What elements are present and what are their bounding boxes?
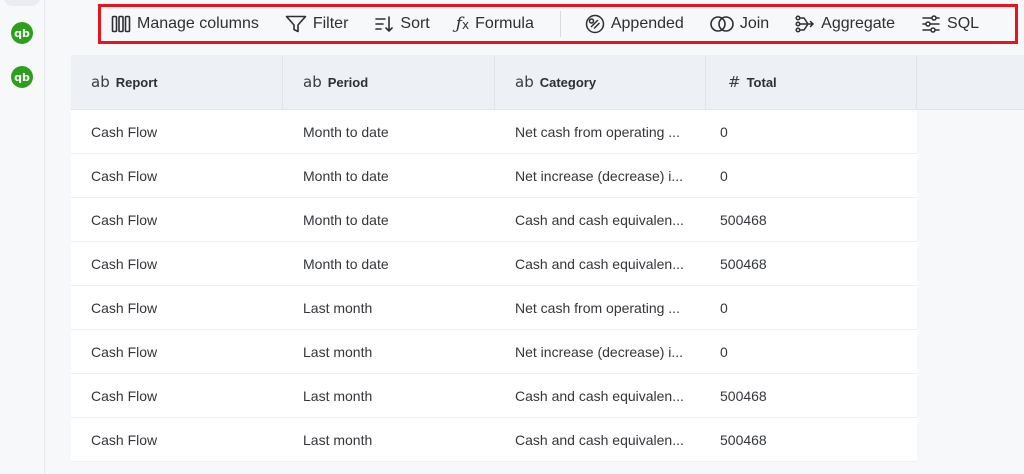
- table-filler: [917, 330, 1024, 374]
- toolbar-divider: [559, 11, 561, 37]
- sort-icon: [375, 16, 394, 33]
- text-type-icon: ab: [303, 73, 322, 91]
- table-row[interactable]: Cash Flow Month to date Cash and cash equi…: [71, 242, 1024, 286]
- text-type-icon: ab: [91, 73, 110, 91]
- sidebar-active-indicator: [4, 0, 40, 6]
- table-cell[interactable]: Last month: [283, 330, 495, 374]
- table-cell[interactable]: Net increase (decrease) i...: [495, 330, 706, 374]
- table-cell[interactable]: 500468: [706, 418, 917, 462]
- column-header-category[interactable]: ab Category: [495, 55, 706, 109]
- column-label: Total: [746, 74, 777, 90]
- columns-icon: [111, 15, 131, 33]
- aggregate-label: Aggregate: [821, 15, 896, 32]
- table-filler: [917, 242, 1024, 286]
- table-cell[interactable]: Cash and cash equivalen...: [495, 418, 706, 462]
- manage-columns-label: Manage columns: [137, 15, 259, 32]
- table-row[interactable]: Cash Flow Month to date Cash and cash equi…: [71, 198, 1024, 242]
- table-cell[interactable]: Last month: [283, 286, 495, 330]
- transform-toolbar: Manage columns Filter Sort ƒx Formula Ap…: [98, 4, 1018, 44]
- table-cell[interactable]: Cash and cash equivalen...: [495, 198, 706, 242]
- table-row[interactable]: Cash Flow Month to date Net cash from oper…: [71, 110, 1024, 154]
- table-cell[interactable]: Cash and cash equivalen...: [495, 374, 706, 418]
- table-row[interactable]: Cash Flow Last month Cash and cash equival…: [71, 374, 1024, 418]
- table-cell[interactable]: Cash Flow: [71, 418, 283, 462]
- function-icon: ƒx: [455, 14, 470, 34]
- filter-icon: [285, 15, 307, 33]
- table-row[interactable]: Cash Flow Last month Net cash from operati…: [71, 286, 1024, 330]
- sort-button[interactable]: Sort: [374, 15, 430, 33]
- table-cell[interactable]: Month to date: [283, 110, 495, 154]
- column-header-period[interactable]: ab Period: [283, 55, 495, 109]
- appended-button[interactable]: Appended: [585, 14, 684, 34]
- filter-button[interactable]: Filter: [285, 15, 349, 33]
- sidebar: qb qb: [0, 0, 45, 474]
- filter-label: Filter: [312, 15, 349, 32]
- table-body: Cash Flow Month to date Net cash from oper…: [71, 110, 1024, 462]
- table-row[interactable]: Cash Flow Month to date Net increase (decr…: [71, 154, 1024, 198]
- table-filler: [917, 198, 1024, 242]
- table-cell[interactable]: Net increase (decrease) i...: [495, 154, 706, 198]
- table-cell[interactable]: 0: [706, 286, 917, 330]
- append-icon: [585, 14, 605, 34]
- table-cell[interactable]: Cash Flow: [71, 242, 283, 286]
- table-cell[interactable]: Cash Flow: [71, 110, 283, 154]
- join-icon: [710, 16, 734, 32]
- table-cell[interactable]: 500468: [706, 242, 917, 286]
- table-filler: [917, 418, 1024, 462]
- aggregate-button[interactable]: Aggregate: [795, 15, 895, 33]
- manage-columns-button[interactable]: Manage columns: [111, 15, 259, 33]
- table-cell[interactable]: Cash and cash equivalen...: [495, 242, 706, 286]
- data-table: ab Report ab Period ab Category # Total …: [71, 55, 1024, 462]
- table-cell[interactable]: 500468: [706, 198, 917, 242]
- table-header: ab Report ab Period ab Category # Total: [71, 55, 1024, 110]
- quickbooks-icon[interactable]: qb: [11, 22, 33, 44]
- column-label: Period: [327, 74, 369, 90]
- table-cell[interactable]: Month to date: [283, 242, 495, 286]
- aggregate-icon: [795, 15, 815, 33]
- table-cell[interactable]: 0: [706, 154, 917, 198]
- table-cell[interactable]: Net cash from operating ...: [495, 286, 706, 330]
- column-header-report[interactable]: ab Report: [71, 55, 283, 109]
- table-cell[interactable]: Month to date: [283, 154, 495, 198]
- table-cell[interactable]: Cash Flow: [71, 330, 283, 374]
- table-row[interactable]: Cash Flow Last month Net increase (decreas…: [71, 330, 1024, 374]
- table-cell[interactable]: 0: [706, 330, 917, 374]
- column-label: Category: [539, 74, 597, 90]
- formula-button[interactable]: ƒx Formula: [456, 14, 534, 34]
- table-cell[interactable]: 500468: [706, 374, 917, 418]
- table-filler: [917, 154, 1024, 198]
- formula-label: Formula: [475, 15, 534, 32]
- table-filler: [917, 374, 1024, 418]
- sql-label: SQL: [947, 15, 980, 32]
- sort-label: Sort: [400, 15, 430, 32]
- appended-label: Appended: [610, 15, 684, 32]
- table-filler: [917, 110, 1024, 154]
- table-cell[interactable]: Net cash from operating ...: [495, 110, 706, 154]
- table-cell[interactable]: Last month: [283, 374, 495, 418]
- table-cell[interactable]: Last month: [283, 418, 495, 462]
- table-cell[interactable]: 0: [706, 110, 917, 154]
- table-cell[interactable]: Cash Flow: [71, 374, 283, 418]
- join-label: Join: [739, 15, 770, 32]
- column-header-empty: [917, 55, 1024, 109]
- table-cell[interactable]: Month to date: [283, 198, 495, 242]
- text-type-icon: ab: [515, 73, 534, 91]
- sliders-icon: [922, 15, 940, 33]
- column-header-total[interactable]: # Total: [706, 55, 917, 109]
- table-cell[interactable]: Cash Flow: [71, 154, 283, 198]
- quickbooks-icon[interactable]: qb: [11, 66, 33, 88]
- table-filler: [917, 286, 1024, 330]
- join-button[interactable]: Join: [710, 15, 769, 33]
- sql-button[interactable]: SQL: [921, 15, 979, 33]
- table-cell[interactable]: Cash Flow: [71, 198, 283, 242]
- number-type-icon: #: [728, 73, 741, 91]
- table-cell[interactable]: Cash Flow: [71, 286, 283, 330]
- column-label: Report: [115, 74, 158, 90]
- table-row[interactable]: Cash Flow Last month Cash and cash equival…: [71, 418, 1024, 462]
